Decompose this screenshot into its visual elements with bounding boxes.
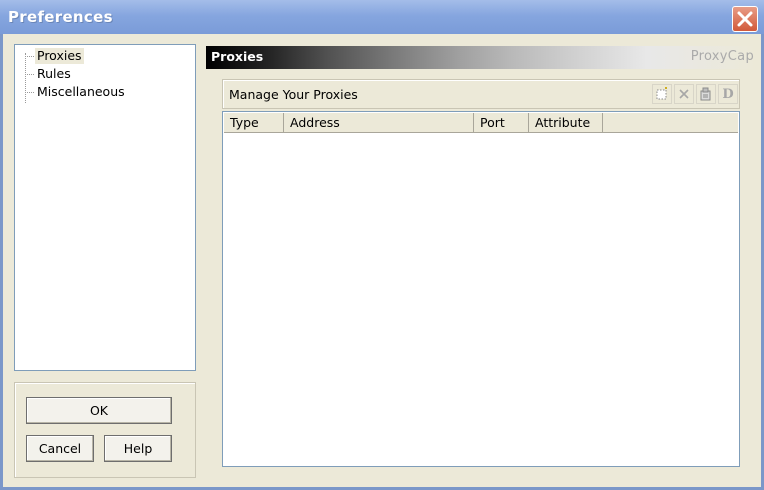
delete-proxy-button[interactable]: [674, 84, 694, 104]
proxy-list[interactable]: Type Address Port Attribute: [222, 111, 740, 467]
group-title: Manage Your Proxies: [229, 87, 358, 102]
column-header-type[interactable]: Type: [224, 113, 284, 133]
properties-icon: [700, 87, 711, 101]
brand-logo: ProxyCap: [690, 49, 754, 64]
column-header-port[interactable]: Port: [474, 113, 529, 133]
delete-icon: [679, 89, 689, 99]
window-title: Preferences: [8, 8, 113, 26]
cancel-button[interactable]: Cancel: [26, 435, 94, 462]
title-bar[interactable]: Preferences: [0, 0, 764, 34]
manage-proxies-header: Manage Your Proxies D: [222, 79, 740, 109]
close-icon: [737, 11, 753, 27]
section-title: Proxies: [211, 49, 264, 64]
ok-button[interactable]: OK: [26, 397, 172, 424]
tree-item-proxies[interactable]: Proxies: [35, 48, 84, 64]
tree-connector: [25, 92, 34, 93]
column-header-filler: [603, 113, 738, 133]
help-button[interactable]: Help: [104, 435, 172, 462]
new-document-icon: [656, 87, 667, 100]
column-header-attribute[interactable]: Attribute: [529, 113, 603, 133]
tree-connector: [25, 56, 34, 57]
dialog-buttons-group: OK Cancel Help: [14, 382, 196, 478]
proxy-d-button[interactable]: D: [718, 84, 738, 104]
tree-connector: [25, 53, 26, 103]
close-button[interactable]: [732, 6, 758, 32]
tree-connector: [25, 74, 34, 75]
preferences-tree[interactable]: Proxies Rules Miscellaneous: [14, 44, 196, 371]
new-proxy-button[interactable]: [652, 84, 672, 104]
d-letter-icon: D: [722, 86, 734, 102]
column-header-address[interactable]: Address: [284, 113, 474, 133]
section-banner: Proxies ProxyCap: [206, 46, 757, 69]
tree-item-rules[interactable]: Rules: [35, 66, 73, 82]
tree-item-miscellaneous[interactable]: Miscellaneous: [35, 84, 127, 100]
preferences-dialog: Preferences Proxies Rules Miscellaneous …: [0, 0, 764, 490]
proxy-properties-button[interactable]: [696, 84, 716, 104]
